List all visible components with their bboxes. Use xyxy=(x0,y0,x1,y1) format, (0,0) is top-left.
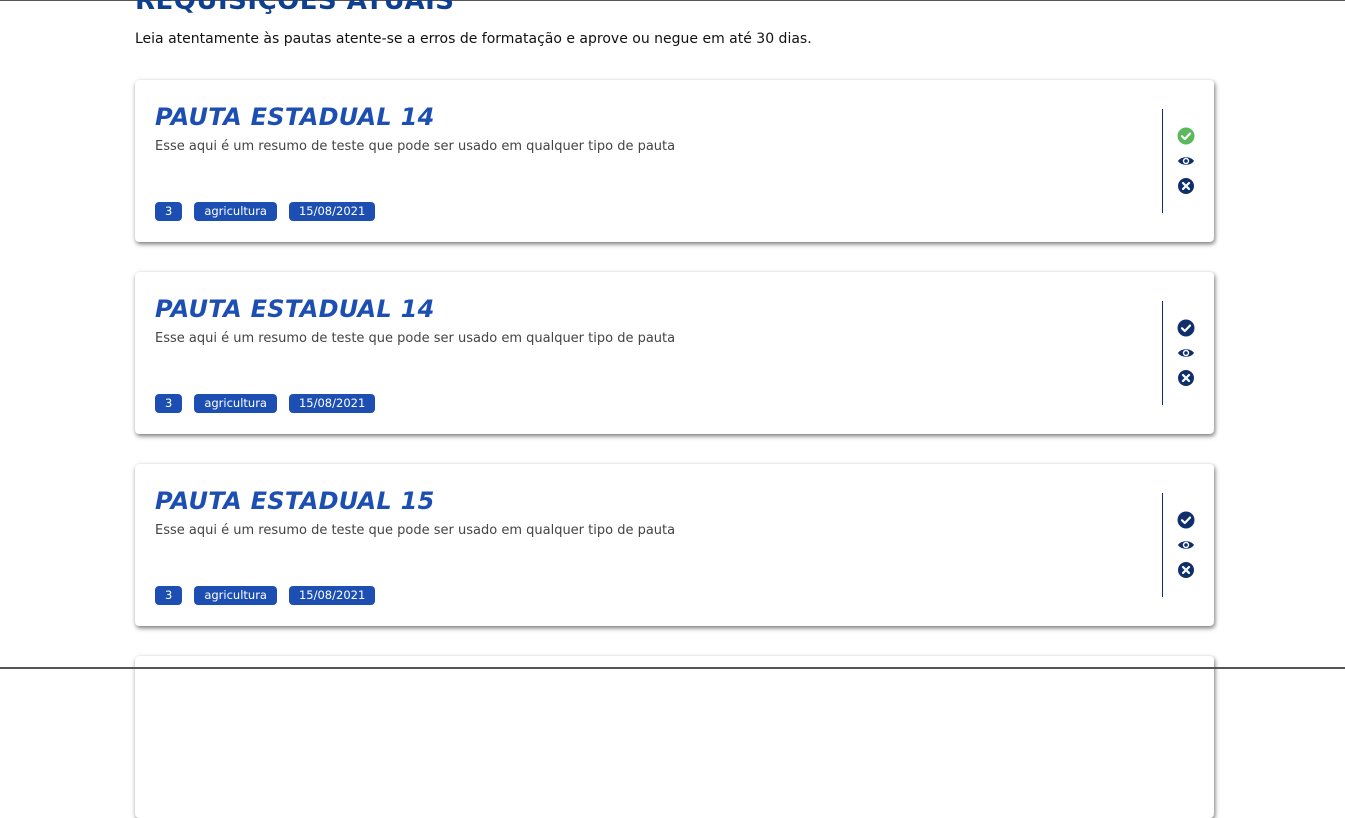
reject-x-icon[interactable] xyxy=(1177,177,1195,195)
view-eye-icon[interactable] xyxy=(1177,344,1195,362)
card-summary: Esse aqui é um resumo de teste que pode … xyxy=(155,139,676,154)
actions-divider xyxy=(1162,109,1163,213)
view-eye-icon[interactable] xyxy=(1177,536,1195,554)
tag-count: 3 xyxy=(155,394,183,413)
approve-check-icon[interactable] xyxy=(1177,127,1195,145)
reject-x-icon[interactable] xyxy=(1177,561,1195,579)
tag-list: 3 agricultura 15/08/2021 xyxy=(155,394,376,413)
tag-category: agricultura xyxy=(194,586,277,605)
card-summary: Esse aqui é um resumo de teste que pode … xyxy=(155,331,676,346)
request-card: PAUTA ESTADUAL 14 Esse aqui é um resumo … xyxy=(135,272,1214,434)
card-title: PAUTA ESTADUAL 14 xyxy=(155,103,435,131)
page-subtitle: Leia atentamente às pautas atente-se a e… xyxy=(135,31,812,47)
request-card: PAUTA ESTADUAL 15 Esse aqui é um resumo … xyxy=(135,464,1214,626)
approve-check-icon[interactable] xyxy=(1177,511,1195,529)
tag-count: 3 xyxy=(155,202,183,221)
tag-date: 15/08/2021 xyxy=(288,394,376,413)
tag-category: agricultura xyxy=(194,202,277,221)
actions-divider xyxy=(1162,493,1163,597)
request-card-partial xyxy=(135,656,1214,818)
tag-category: agricultura xyxy=(194,394,277,413)
view-eye-icon[interactable] xyxy=(1177,152,1195,170)
card-title: PAUTA ESTADUAL 15 xyxy=(155,487,435,515)
page-title: REQUISIÇÕES ATUAIS xyxy=(135,0,455,16)
reject-x-icon[interactable] xyxy=(1177,369,1195,387)
tag-list: 3 agricultura 15/08/2021 xyxy=(155,202,376,221)
request-card: PAUTA ESTADUAL 14 Esse aqui é um resumo … xyxy=(135,80,1214,242)
tag-list: 3 agricultura 15/08/2021 xyxy=(155,586,376,605)
card-title: PAUTA ESTADUAL 14 xyxy=(155,295,435,323)
tag-date: 15/08/2021 xyxy=(288,202,376,221)
card-summary: Esse aqui é um resumo de teste que pode … xyxy=(155,523,676,538)
actions-divider xyxy=(1162,301,1163,405)
approve-check-icon[interactable] xyxy=(1177,319,1195,337)
tag-count: 3 xyxy=(155,586,183,605)
tag-date: 15/08/2021 xyxy=(288,586,376,605)
